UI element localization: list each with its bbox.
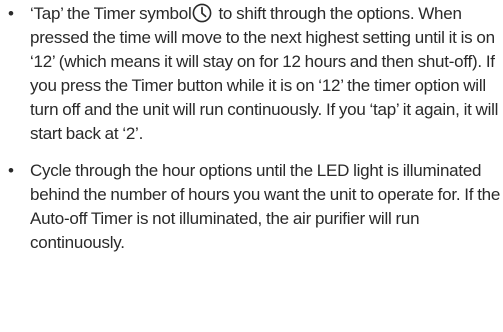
instruction-list: • ‘Tap’ the Timer symbol to shift throug…	[0, 2, 503, 255]
bullet-point: •	[8, 161, 14, 180]
hour-cycle-instruction-text: Cycle through the hour options until the…	[30, 161, 501, 252]
instruction-page: • ‘Tap’ the Timer symbol to shift throug…	[0, 0, 503, 332]
list-item-timer-tap: • ‘Tap’ the Timer symbol to shift throug…	[0, 2, 503, 146]
timer-clock-icon	[192, 3, 212, 23]
timer-instruction-text-start: ‘Tap’ the Timer symbol	[30, 4, 192, 23]
timer-instruction-text-end: to shift through the options. When press…	[30, 4, 499, 143]
list-item-hour-cycle: • Cycle through the hour options until t…	[0, 159, 503, 255]
bullet-point: •	[8, 4, 14, 23]
